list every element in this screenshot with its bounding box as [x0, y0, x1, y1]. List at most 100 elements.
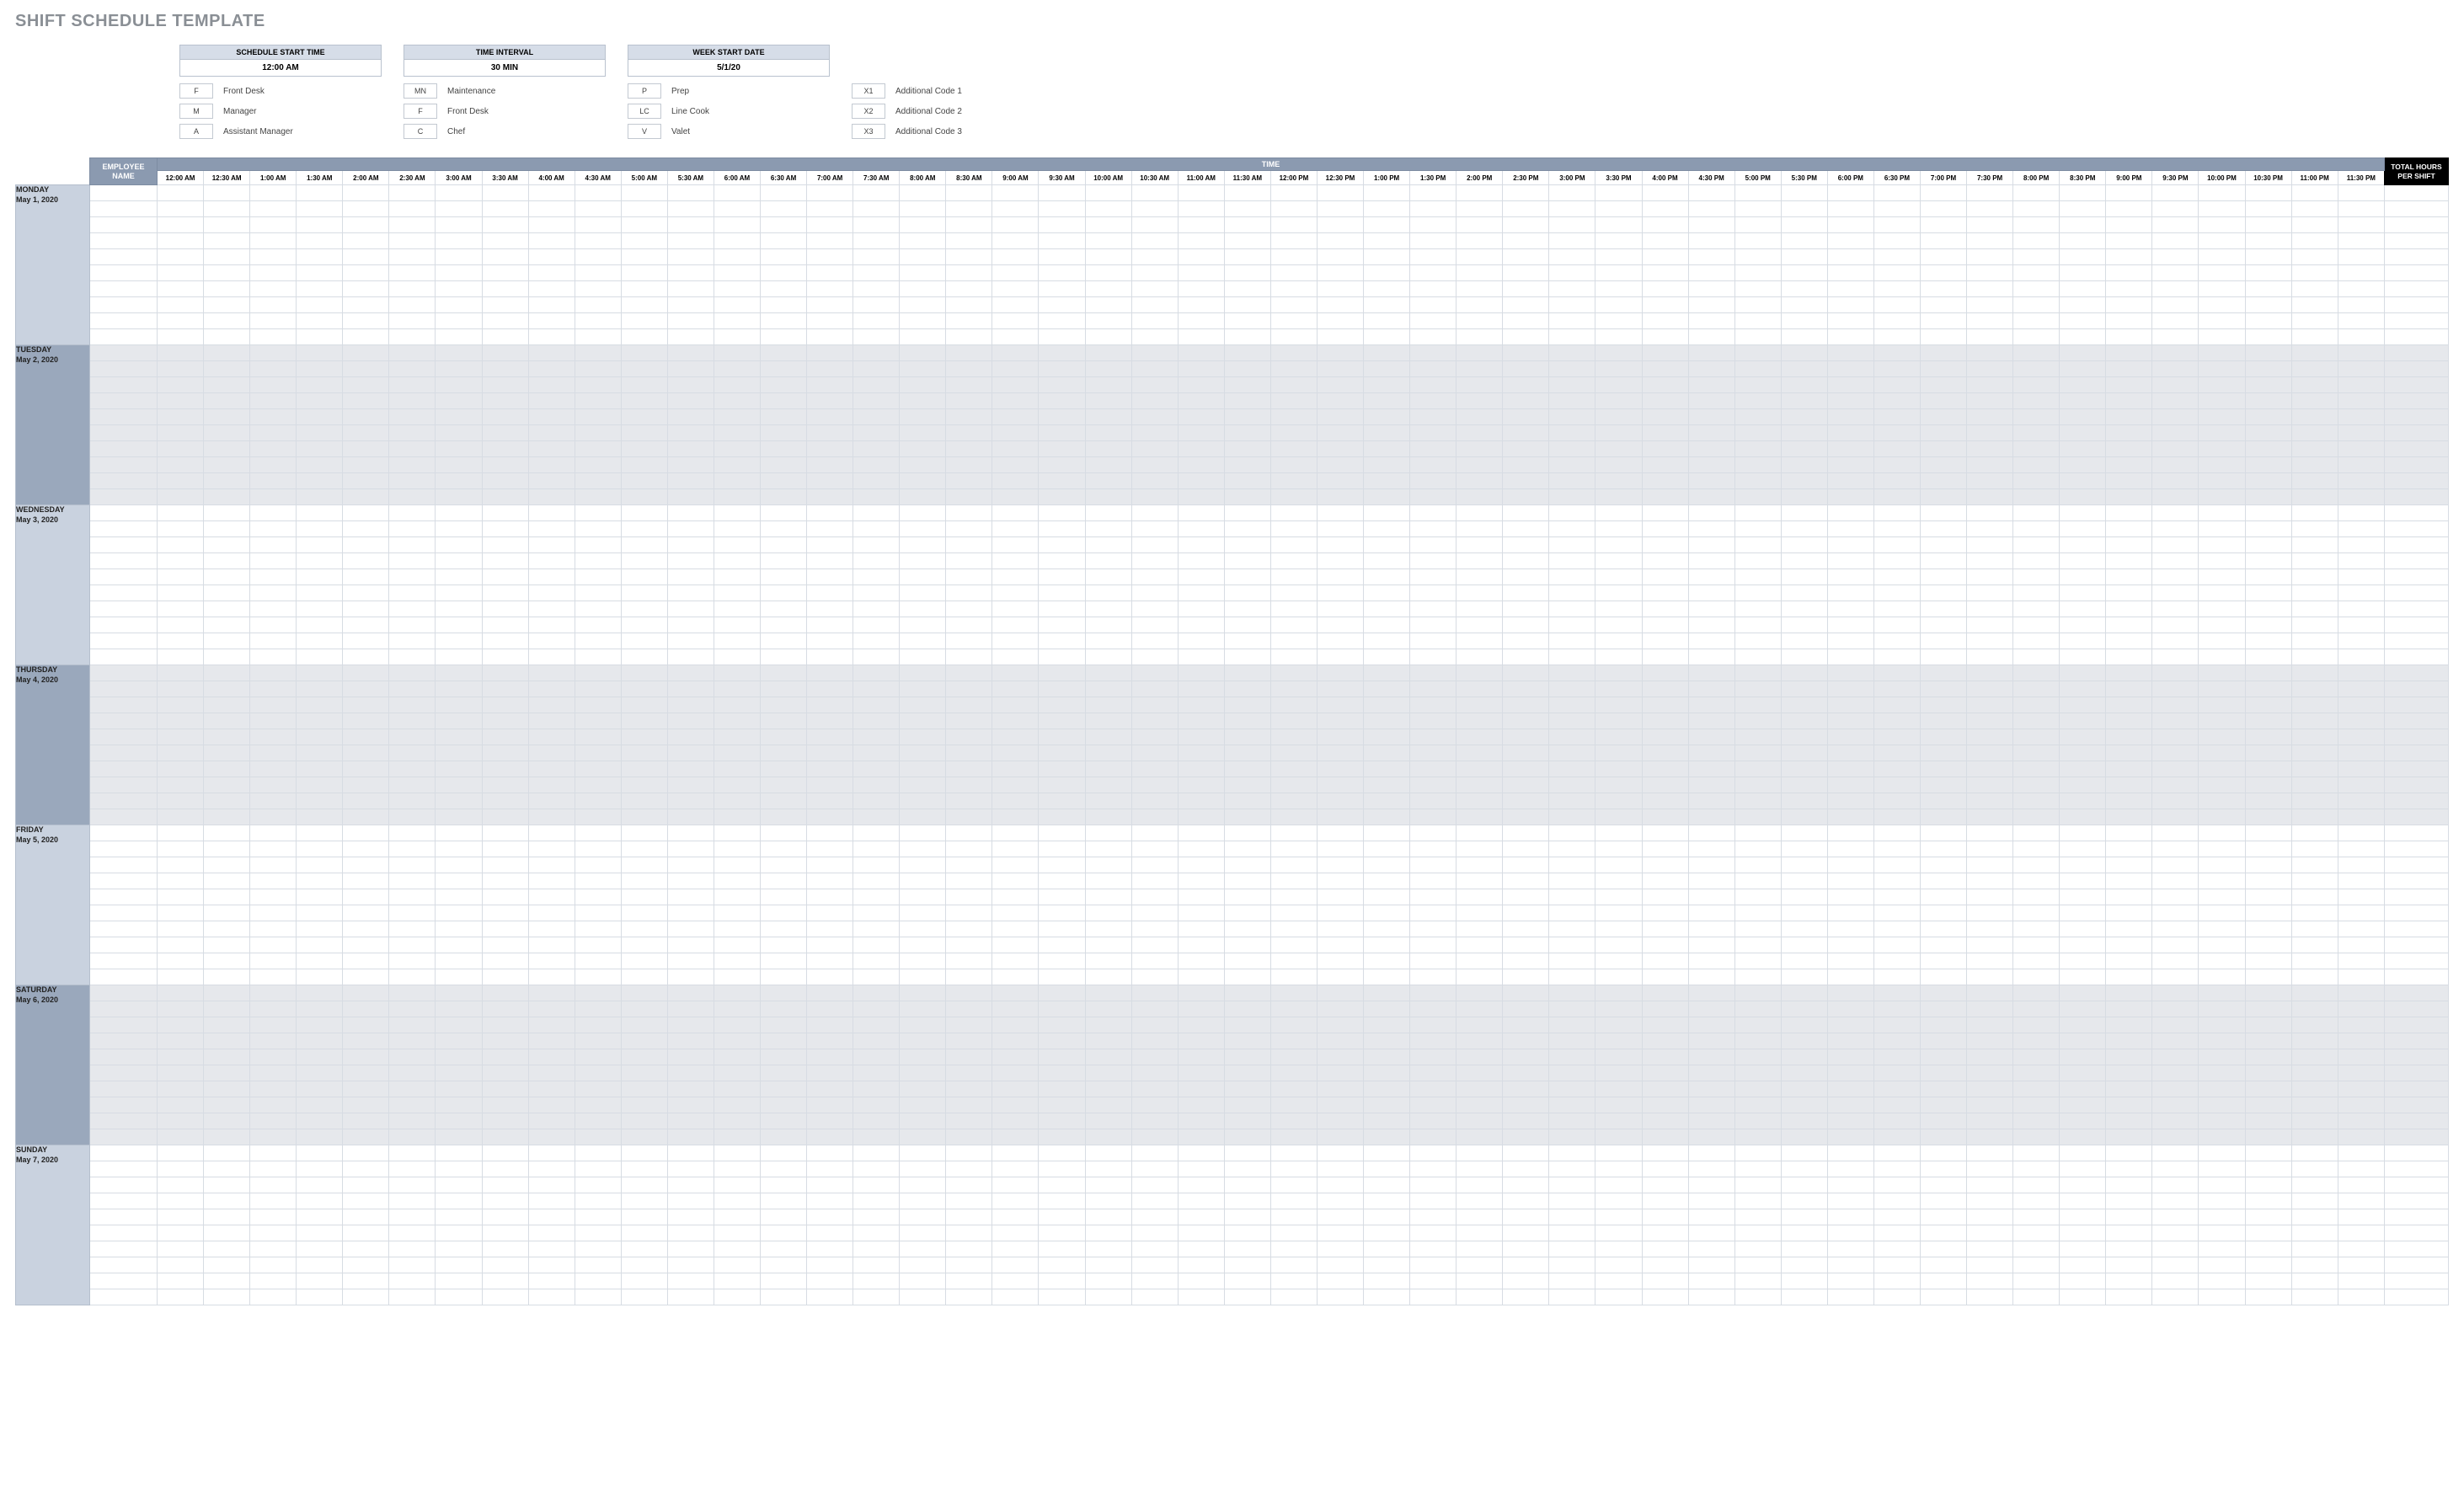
time-slot-cell[interactable] [1595, 937, 1642, 953]
time-slot-cell[interactable] [1410, 745, 1456, 761]
time-slot-cell[interactable] [621, 1129, 667, 1145]
time-slot-cell[interactable] [2106, 1289, 2152, 1305]
time-slot-cell[interactable] [1085, 1113, 1131, 1129]
time-slot-cell[interactable] [1270, 361, 1317, 377]
time-slot-cell[interactable] [2106, 1161, 2152, 1177]
time-slot-cell[interactable] [2152, 697, 2199, 713]
time-slot-cell[interactable] [1873, 185, 1920, 201]
time-slot-cell[interactable] [1549, 409, 1595, 425]
time-slot-cell[interactable] [1827, 921, 1873, 937]
time-slot-cell[interactable] [1039, 889, 1085, 905]
time-slot-cell[interactable] [1734, 217, 1781, 233]
time-slot-cell[interactable] [2199, 1161, 2245, 1177]
time-slot-cell[interactable] [389, 217, 436, 233]
time-slot-cell[interactable] [946, 1097, 992, 1113]
time-slot-cell[interactable] [297, 1209, 343, 1225]
time-slot-cell[interactable] [2106, 1113, 2152, 1129]
time-slot-cell[interactable] [621, 1145, 667, 1161]
time-slot-cell[interactable] [343, 1193, 389, 1209]
time-slot-cell[interactable] [389, 1001, 436, 1017]
time-slot-cell[interactable] [2291, 729, 2338, 745]
time-slot-cell[interactable] [1224, 1033, 1270, 1049]
time-slot-cell[interactable] [946, 361, 992, 377]
time-slot-cell[interactable] [761, 1049, 807, 1065]
time-slot-cell[interactable] [1039, 201, 1085, 217]
time-slot-cell[interactable] [807, 889, 853, 905]
time-slot-cell[interactable] [436, 185, 482, 201]
time-slot-cell[interactable] [297, 249, 343, 265]
time-slot-cell[interactable] [2338, 361, 2384, 377]
time-slot-cell[interactable] [1549, 745, 1595, 761]
time-slot-cell[interactable] [2013, 665, 2060, 681]
time-slot-cell[interactable] [807, 201, 853, 217]
time-slot-cell[interactable] [1688, 649, 1734, 665]
time-slot-cell[interactable] [1131, 681, 1178, 697]
time-slot-cell[interactable] [1734, 1033, 1781, 1049]
time-slot-cell[interactable] [667, 233, 714, 249]
time-slot-cell[interactable] [1039, 921, 1085, 937]
time-slot-cell[interactable] [946, 745, 992, 761]
time-slot-cell[interactable] [1224, 873, 1270, 889]
time-slot-cell[interactable] [2152, 1289, 2199, 1305]
time-slot-cell[interactable] [761, 873, 807, 889]
time-slot-cell[interactable] [1595, 1273, 1642, 1289]
time-slot-cell[interactable] [807, 313, 853, 329]
time-slot-cell[interactable] [2060, 1241, 2106, 1257]
time-slot-cell[interactable] [714, 1273, 760, 1289]
time-slot-cell[interactable] [1688, 1129, 1734, 1145]
time-slot-cell[interactable] [667, 1273, 714, 1289]
time-slot-cell[interactable] [204, 265, 250, 281]
time-slot-cell[interactable] [297, 505, 343, 521]
time-slot-cell[interactable] [1456, 345, 1503, 361]
time-slot-cell[interactable] [575, 265, 621, 281]
time-slot-cell[interactable] [1178, 649, 1224, 665]
time-slot-cell[interactable] [667, 649, 714, 665]
time-slot-cell[interactable] [1734, 345, 1781, 361]
time-slot-cell[interactable] [992, 425, 1039, 441]
time-slot-cell[interactable] [575, 1225, 621, 1241]
time-slot-cell[interactable] [2338, 521, 2384, 537]
time-slot-cell[interactable] [2013, 377, 2060, 393]
time-slot-cell[interactable] [297, 617, 343, 633]
time-slot-cell[interactable] [2245, 1273, 2291, 1289]
time-slot-cell[interactable] [1270, 457, 1317, 473]
time-slot-cell[interactable] [389, 825, 436, 841]
time-slot-cell[interactable] [575, 713, 621, 729]
time-slot-cell[interactable] [528, 537, 575, 553]
time-slot-cell[interactable] [621, 1225, 667, 1241]
time-slot-cell[interactable] [2060, 937, 2106, 953]
time-slot-cell[interactable] [1734, 793, 1781, 809]
time-slot-cell[interactable] [1456, 713, 1503, 729]
time-slot-cell[interactable] [1039, 665, 1085, 681]
time-slot-cell[interactable] [1039, 857, 1085, 873]
time-slot-cell[interactable] [807, 633, 853, 649]
time-slot-cell[interactable] [621, 1113, 667, 1129]
time-slot-cell[interactable] [158, 185, 204, 201]
time-slot-cell[interactable] [158, 457, 204, 473]
time-slot-cell[interactable] [158, 1033, 204, 1049]
time-slot-cell[interactable] [1781, 873, 1827, 889]
time-slot-cell[interactable] [528, 1081, 575, 1097]
time-slot-cell[interactable] [1178, 793, 1224, 809]
time-slot-cell[interactable] [575, 457, 621, 473]
time-slot-cell[interactable] [667, 553, 714, 569]
time-slot-cell[interactable] [1688, 809, 1734, 825]
time-slot-cell[interactable] [853, 505, 900, 521]
time-slot-cell[interactable] [2013, 393, 2060, 409]
time-slot-cell[interactable] [1364, 905, 1410, 921]
time-slot-cell[interactable] [1827, 505, 1873, 521]
time-slot-cell[interactable] [1967, 745, 2013, 761]
time-slot-cell[interactable] [389, 185, 436, 201]
time-slot-cell[interactable] [528, 473, 575, 489]
time-slot-cell[interactable] [1734, 329, 1781, 345]
time-slot-cell[interactable] [621, 281, 667, 297]
time-slot-cell[interactable] [900, 665, 946, 681]
time-slot-cell[interactable] [2291, 1145, 2338, 1161]
time-slot-cell[interactable] [204, 729, 250, 745]
time-slot-cell[interactable] [807, 665, 853, 681]
time-slot-cell[interactable] [1920, 905, 1966, 921]
time-slot-cell[interactable] [1920, 297, 1966, 313]
time-slot-cell[interactable] [1131, 905, 1178, 921]
time-slot-cell[interactable] [1364, 281, 1410, 297]
time-slot-cell[interactable] [297, 633, 343, 649]
